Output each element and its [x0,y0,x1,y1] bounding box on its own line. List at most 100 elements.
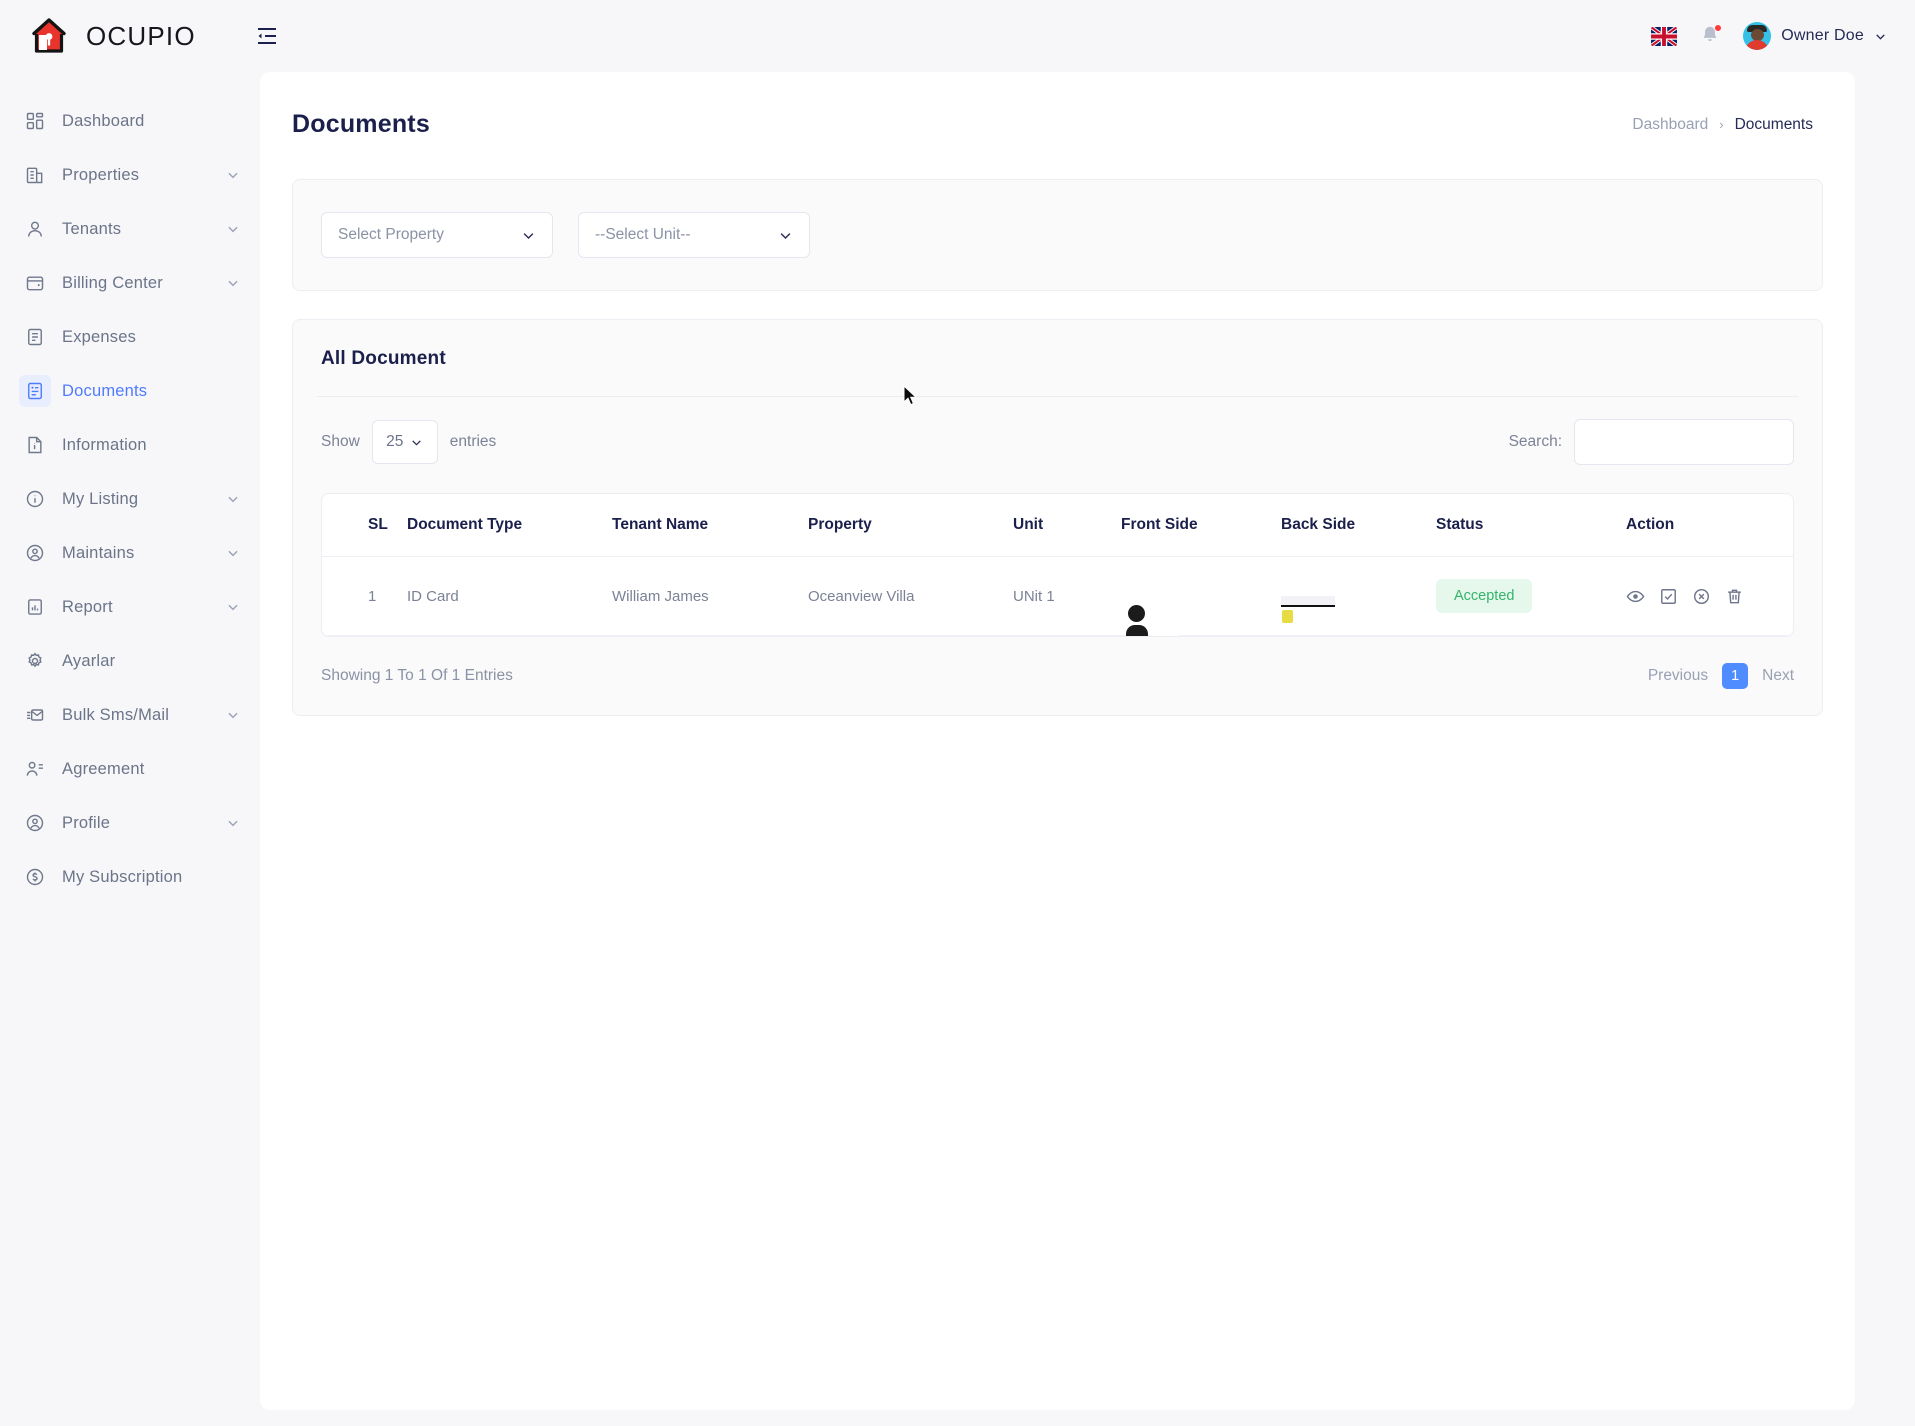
sidebar-item-label: Documents [62,381,148,400]
sidebar-item-label: Report [62,597,113,616]
column-header-property: Property [808,494,1013,557]
sidebar-item-bulk-sms-mail[interactable]: Bulk Sms/Mail [0,688,260,742]
sidebar-item-label: My Subscription [62,867,183,886]
column-header-action: Action [1626,494,1793,557]
select-unit-value: --Select Unit-- [595,226,691,243]
sidebar-collapse-icon[interactable] [252,21,282,51]
show-label: Show [321,433,360,450]
chevron-down-icon [226,492,240,506]
breadcrumb-separator: › [1719,117,1724,132]
sidebar-item-properties[interactable]: Properties [0,148,260,202]
cell-action [1626,556,1793,636]
pagination: Previous 1 Next [1648,663,1794,689]
wallet-icon [24,272,46,294]
table-controls: Show 25 entries Search: [293,397,1822,465]
building-icon [24,164,46,186]
sidebar-item-label: My Listing [62,489,139,508]
file-list-icon [19,375,51,407]
filter-panel: Select Property --Select Unit-- [292,179,1823,291]
sidebar-item-information[interactable]: Information [0,418,260,472]
sidebar-item-label: Dashboard [62,111,145,130]
chevron-down-icon [226,168,240,182]
check-square-icon[interactable] [1659,587,1678,606]
sidebar-item-label: Bulk Sms/Mail [62,705,170,724]
sidebar-item-maintains[interactable]: Maintains [0,526,260,580]
cell-front-side [1121,556,1281,636]
sidebar-item-label: Maintains [62,543,135,562]
chevron-down-icon [226,816,240,830]
info-file-icon [24,434,46,456]
chevron-down-icon [226,600,240,614]
status-badge: Accepted [1436,579,1533,613]
mail-send-icon [24,704,46,726]
user-menu[interactable]: Owner Doe [1743,22,1887,50]
uk-flag-icon[interactable] [1651,26,1678,46]
show-entries-control: Show 25 entries [321,420,496,464]
topbar: Owner Doe [258,0,1915,72]
sidebar-item-label: Expenses [62,327,137,346]
circle-x-icon[interactable] [1692,587,1711,606]
sidebar-nav: Dashboard Properties Tenants Billing Cen… [0,94,260,904]
chevron-down-icon [412,439,422,446]
table-footer: Showing 1 To 1 Of 1 Entries Previous 1 N… [293,637,1822,707]
chevron-down-icon [226,276,240,290]
row-actions [1626,587,1793,606]
select-property-dropdown[interactable]: Select Property [321,212,553,258]
brand-logo[interactable]: OCUPIO [0,0,260,72]
avatar [1743,22,1772,50]
chevron-down-icon [778,228,793,243]
notification-bell-button[interactable] [1699,24,1723,48]
user-icon [24,218,46,240]
cell-property: Oceanview Villa [808,556,1013,636]
table-row: 1 ID Card William James Oceanview Villa … [322,556,1793,636]
entries-per-page-select[interactable]: 25 [371,420,438,464]
sidebar-item-billing-center[interactable]: Billing Center [0,256,260,310]
sidebar-item-ayarlar[interactable]: Ayarlar [0,634,260,688]
main-content: Documents Dashboard › Documents Select P… [260,72,1915,1426]
select-unit-dropdown[interactable]: --Select Unit-- [578,212,810,258]
column-header-tenant-name: Tenant Name [612,494,808,557]
pagination-next[interactable]: Next [1762,667,1794,685]
select-property-value: Select Property [338,226,444,243]
column-header-document-type: Document Type [407,494,612,557]
entries-label: entries [449,433,497,450]
trash-icon[interactable] [1725,587,1744,606]
chevron-down-icon [226,708,240,722]
dollar-circle-icon [24,866,46,888]
sidebar-item-expenses[interactable]: Expenses [0,310,260,364]
sidebar-item-my-listing[interactable]: My Listing [0,472,260,526]
sidebar-item-label: Billing Center [62,273,163,292]
eye-icon[interactable] [1626,587,1645,606]
sidebar-item-label: Properties [62,165,140,184]
column-header-unit: Unit [1013,494,1121,557]
topbar-actions: Owner Doe [1651,22,1887,50]
user-circle-icon [24,812,46,834]
brand-name: OCUPIO [86,20,196,51]
gear-icon [24,650,46,672]
breadcrumb-current: Documents [1734,115,1813,133]
showing-entries-text: Showing 1 To 1 Of 1 Entries [321,667,513,684]
pagination-page-1[interactable]: 1 [1722,663,1749,689]
cell-document-type: ID Card [407,556,612,636]
user-name: Owner Doe [1781,27,1864,44]
breadcrumb-dashboard[interactable]: Dashboard [1632,116,1708,134]
documents-table-card: All Document Show 25 entries Search: SL … [292,319,1823,716]
sidebar-item-agreement[interactable]: Agreement [0,742,260,796]
sidebar-item-label: Ayarlar [62,651,116,670]
sidebar-item-tenants[interactable]: Tenants [0,202,260,256]
sidebar-item-report[interactable]: Report [0,580,260,634]
documents-table: SL Document Type Tenant Name Property Un… [321,493,1794,637]
column-header-front-side: Front Side [1121,494,1281,557]
sidebar-item-my-subscription[interactable]: My Subscription [0,850,260,904]
file-list-icon [24,326,46,348]
table-card-title: All Document [321,348,446,369]
search-input[interactable] [1574,419,1794,465]
sidebar: OCUPIO Dashboard Properties Tenants Bill… [0,0,260,1426]
pagination-previous[interactable]: Previous [1648,667,1708,685]
sidebar-item-profile[interactable]: Profile [0,796,260,850]
user-list-icon [24,758,46,780]
sidebar-item-dashboard[interactable]: Dashboard [0,94,260,148]
column-header-back-side: Back Side [1281,494,1436,557]
sidebar-item-documents[interactable]: Documents [0,364,260,418]
column-header-status: Status [1436,494,1626,557]
